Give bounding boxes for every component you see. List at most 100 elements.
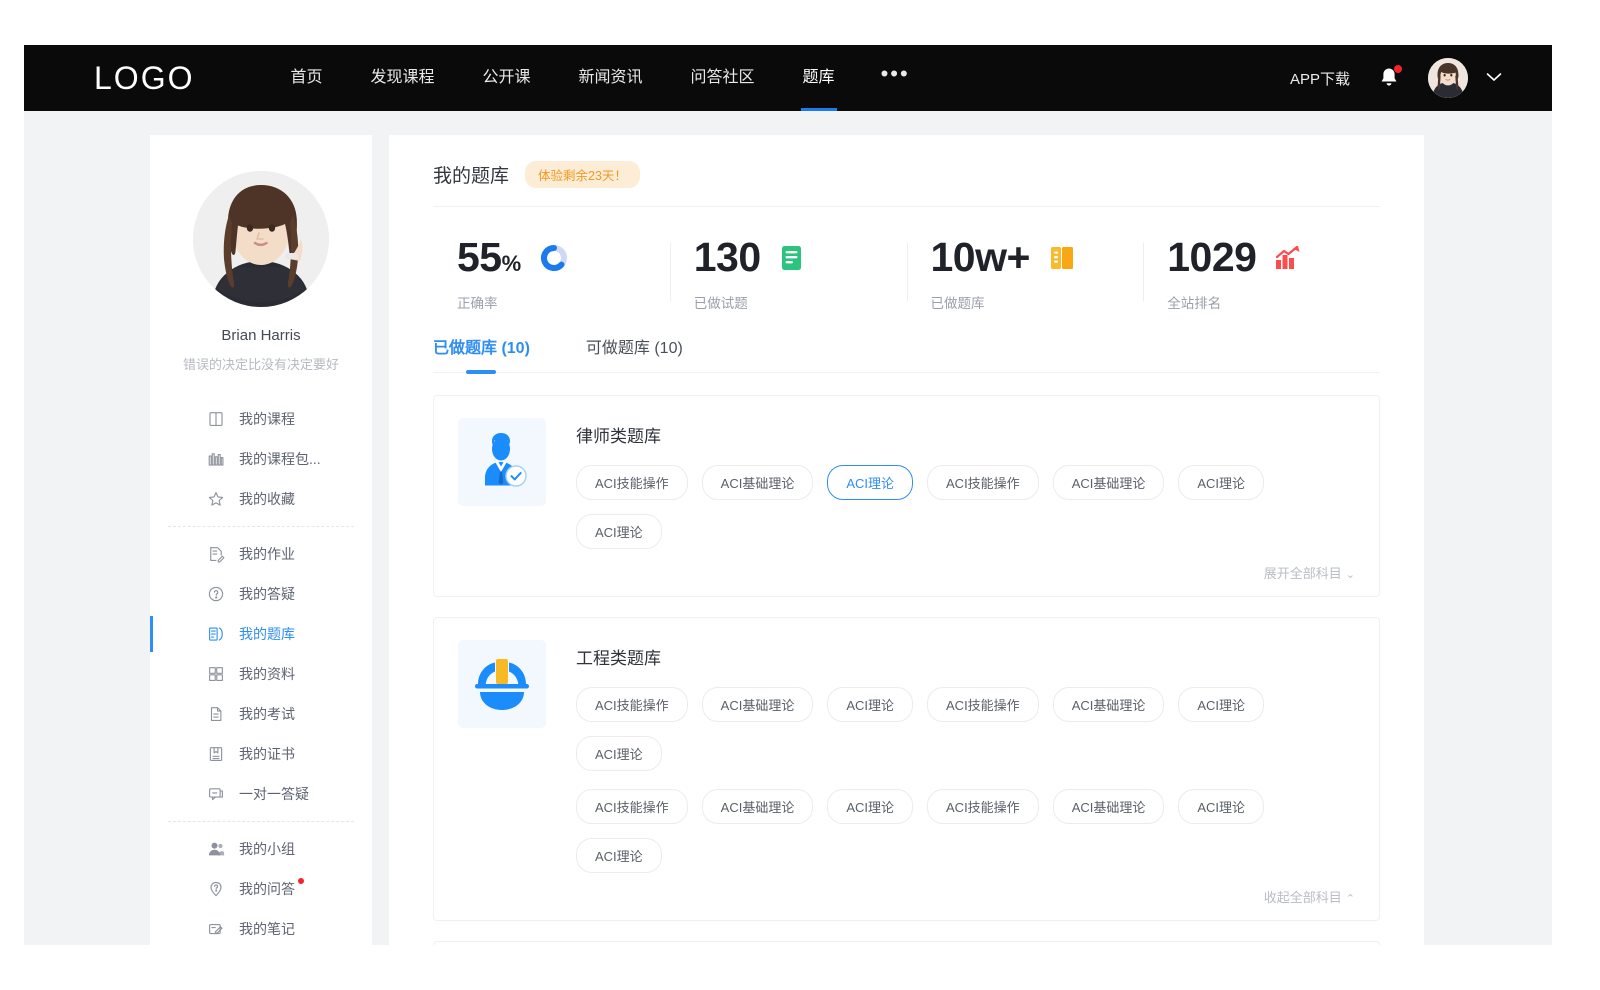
subject-tag[interactable]: ACI理论: [1178, 789, 1264, 824]
subject-tag[interactable]: ACI基础理论: [702, 789, 814, 824]
sidebar-item-label: 我的课程包...: [239, 449, 321, 469]
subject-tag[interactable]: ACI技能操作: [576, 687, 688, 722]
main-nav: 首页发现课程公开课新闻资讯问答社区题库: [266, 45, 858, 111]
expand-subjects-button[interactable]: 展开全部科目⌄: [576, 563, 1355, 582]
subject-tag[interactable]: ACI技能操作: [927, 789, 1039, 824]
sidebar-item-4[interactable]: 我的作业: [150, 534, 372, 574]
question-bank-list: 律师类题库ACI技能操作ACI基础理论ACI理论ACI技能操作ACI基础理论AC…: [433, 395, 1380, 945]
main-content: 我的题库 体验剩余23天！ 55% 正确率130 已做试题10w+ 已做题库10…: [389, 135, 1424, 945]
sidebar-item-1[interactable]: 我的课程包...: [150, 439, 372, 479]
hardhat-icon: [471, 654, 533, 714]
sidebar-item-5[interactable]: 我的答疑: [150, 574, 372, 614]
page-body: Brian Harris 错误的决定比没有决定要好 我的课程我的课程包...我的…: [24, 111, 1552, 945]
homework-icon: [207, 545, 225, 563]
note-icon: [207, 920, 225, 938]
chat-icon: [207, 785, 225, 803]
nav-link-5[interactable]: 题库: [779, 45, 859, 111]
nav-link-4[interactable]: 问答社区: [667, 45, 779, 111]
stat-card-1: 130 已做试题: [670, 237, 907, 312]
stat-value-row: 10w+: [931, 237, 1144, 278]
subject-tag-row: ACI技能操作 ACI基础理论 ACI理论 ACI技能操作 ACI基础理论 ACI理论 AC…: [576, 465, 1355, 549]
expand-subjects-button[interactable]: 收起全部科目⌃: [576, 887, 1355, 906]
subject-tag[interactable]: ACI理论: [827, 687, 913, 722]
subject-tag[interactable]: ACI技能操作: [576, 465, 688, 500]
sidebar-item-label: 我的资料: [239, 664, 295, 684]
subject-tag[interactable]: ACI基础理论: [1053, 687, 1165, 722]
nav-link-1[interactable]: 发现课程: [346, 45, 458, 111]
subject-tag[interactable]: ACI理论: [827, 465, 913, 500]
stat-icon: [1274, 245, 1302, 271]
top-navbar: LOGO 首页发现课程公开课新闻资讯问答社区题库 ••• APP下载: [24, 45, 1552, 111]
sidebar-menu: 我的课程我的课程包... 我的收藏我的作业我的答疑我的题库我的资料我的考试我的证书…: [150, 399, 372, 945]
question-bank-card: 工程类题库ACI技能操作ACI基础理论ACI理论ACI技能操作ACI基础理论AC…: [433, 617, 1380, 921]
sidebar-item-2[interactable]: 我的收藏: [150, 479, 372, 519]
sidebar-item-13[interactable]: 我的问答: [150, 869, 372, 909]
avatar-dropdown-button[interactable]: [1486, 69, 1502, 87]
trial-badge: 体验剩余23天！: [525, 161, 640, 188]
sidebar: Brian Harris 错误的决定比没有决定要好 我的课程我的课程包...我的…: [150, 135, 372, 945]
green-paper-icon: [779, 244, 805, 272]
notification-bell-button[interactable]: [1378, 66, 1400, 90]
menu-divider: [168, 526, 354, 527]
exam-icon: [207, 705, 225, 723]
subject-tag[interactable]: ACI理论: [1178, 465, 1264, 500]
subject-tag[interactable]: ACI理论: [576, 514, 662, 549]
stat-label: 正确率: [457, 292, 670, 312]
subject-tag[interactable]: ACI技能操作: [927, 687, 1039, 722]
sidebar-item-7[interactable]: 我的资料: [150, 654, 372, 694]
subject-tag[interactable]: ACI技能操作: [576, 789, 688, 824]
expand-subjects-label: 展开全部科目: [1264, 566, 1342, 581]
card-title: 工程类题库: [576, 644, 1355, 669]
subject-tag[interactable]: ACI基础理论: [1053, 789, 1165, 824]
subject-tag[interactable]: ACI理论: [576, 838, 662, 873]
subject-tag[interactable]: ACI理论: [827, 789, 913, 824]
subject-tag[interactable]: ACI基础理论: [702, 465, 814, 500]
subject-tag[interactable]: ACI基础理论: [1053, 465, 1165, 500]
chevron-down-icon: [1486, 72, 1502, 82]
question-bank-card: 律师类题库ACI技能操作ACI基础理论ACI理论ACI技能操作ACI基础理论AC…: [433, 941, 1380, 945]
tab-0[interactable]: 已做题库 (10): [433, 334, 530, 372]
lawyer-avatar-icon: [470, 430, 534, 494]
stat-number: 10w+: [931, 234, 1030, 280]
profile-block: Brian Harris 错误的决定比没有决定要好: [150, 171, 372, 373]
tabs: 已做题库 (10) 可做题库 (10): [433, 334, 1380, 373]
subject-tag[interactable]: ACI技能操作: [927, 465, 1039, 500]
site-logo[interactable]: LOGO: [94, 60, 194, 97]
user-avatar: [1428, 58, 1468, 98]
nav-link-3[interactable]: 新闻资讯: [555, 45, 667, 111]
app-download-link[interactable]: APP下载: [1290, 68, 1350, 89]
sidebar-item-12[interactable]: 我的小组: [150, 829, 372, 869]
sidebar-item-14[interactable]: 我的笔记: [150, 909, 372, 945]
card-body: 工程类题库ACI技能操作ACI基础理论ACI理论ACI技能操作ACI基础理论AC…: [576, 640, 1355, 906]
stat-label: 已做试题: [694, 292, 907, 312]
subject-tag[interactable]: ACI基础理论: [702, 687, 814, 722]
sidebar-item-8[interactable]: 我的考试: [150, 694, 372, 734]
sidebar-item-6[interactable]: 我的题库: [150, 614, 372, 654]
avatar[interactable]: [1428, 58, 1468, 98]
star-icon: [207, 490, 225, 508]
stat-number: 130: [694, 234, 761, 280]
stat-card-2: 10w+ 已做题库: [907, 237, 1144, 312]
subject-tag[interactable]: ACI理论: [1178, 687, 1264, 722]
sidebar-item-0[interactable]: 我的课程: [150, 399, 372, 439]
card-thumbnail: [458, 418, 546, 506]
star-icon: [207, 490, 225, 508]
nav-link-2[interactable]: 公开课: [459, 45, 555, 111]
stat-number: 55: [457, 234, 502, 280]
nav-more-icon[interactable]: •••: [859, 45, 932, 111]
subject-tag-row: ACI技能操作 ACI基础理论 ACI理论 ACI技能操作 ACI基础理论 ACI理论 AC…: [576, 789, 1355, 873]
profile-avatar[interactable]: [193, 171, 329, 307]
question-bank-card: 律师类题库ACI技能操作ACI基础理论ACI理论ACI技能操作ACI基础理论AC…: [433, 395, 1380, 597]
menu-divider: [168, 821, 354, 822]
nav-link-0[interactable]: 首页: [266, 45, 346, 111]
sidebar-item-label: 我的笔记: [239, 919, 295, 939]
sidebar-item-9[interactable]: 我的证书: [150, 734, 372, 774]
question-circle-icon: [207, 585, 225, 603]
subject-tag[interactable]: ACI理论: [576, 736, 662, 771]
book-icon: [207, 410, 225, 428]
navbar-right: APP下载: [1290, 58, 1502, 98]
sidebar-item-10[interactable]: 一对一答疑: [150, 774, 372, 814]
tab-1[interactable]: 可做题库 (10): [586, 334, 683, 372]
stat-icon: [1048, 244, 1076, 272]
question-bank-icon: [207, 625, 225, 643]
